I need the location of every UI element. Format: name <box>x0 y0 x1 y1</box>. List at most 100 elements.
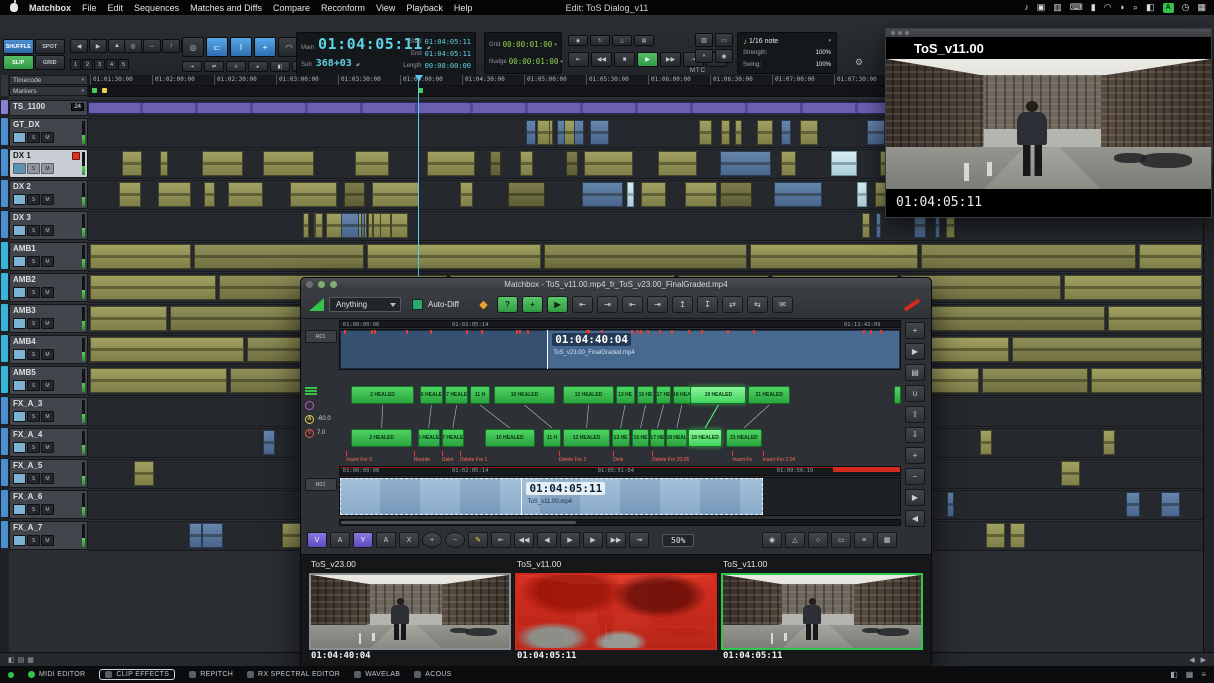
healed-block[interactable]: 19 HEALED <box>690 386 746 404</box>
audio-clip[interactable] <box>303 213 309 238</box>
audio-clip[interactable] <box>1064 275 1202 300</box>
audio-clip[interactable] <box>90 368 227 393</box>
mute-button[interactable]: M <box>41 504 54 515</box>
swing-value[interactable]: 100% <box>816 62 831 68</box>
step-back-button[interactable]: ◀ <box>905 510 925 527</box>
viewer-frame[interactable] <box>515 573 717 650</box>
healed-block[interactable]: 11 H <box>470 386 490 404</box>
menu-view[interactable]: View <box>376 3 395 13</box>
statusbar-item-rx-spectral-editor[interactable]: RX SPECTRAL EDITOR <box>247 671 340 678</box>
audio-clip[interactable] <box>290 182 338 207</box>
window-minimize-button[interactable] <box>318 281 325 288</box>
audio-clip[interactable] <box>263 151 313 176</box>
diff-marker[interactable] <box>414 451 415 456</box>
add-button[interactable]: + <box>905 322 925 339</box>
healed-block[interactable]: 12 HEALED <box>563 386 614 404</box>
fast-forward-button[interactable]: ▶▶ <box>606 532 626 548</box>
metronome-button[interactable]: △ <box>612 35 632 46</box>
audio-clip[interactable] <box>427 151 475 176</box>
statusbar-item-midi-editor[interactable]: MIDI EDITOR <box>28 671 85 678</box>
quantize-caret-icon[interactable]: ▾ <box>828 38 831 44</box>
search-icon[interactable]: ⌕ <box>1133 0 1138 15</box>
audio-clip[interactable] <box>367 244 541 269</box>
stop-button[interactable]: ■ <box>614 52 635 67</box>
menu-lines-icon[interactable] <box>305 387 317 395</box>
frames-button[interactable]: ▤ <box>905 364 925 381</box>
audio-clip[interactable] <box>774 182 822 207</box>
scroll-right-icon[interactable]: ▶ <box>1201 656 1206 664</box>
waveform-view-button[interactable] <box>13 225 26 236</box>
play-button[interactable]: ▶ <box>560 532 580 548</box>
heal-help-button[interactable]: ? <box>497 296 518 313</box>
window-minimize-button[interactable] <box>898 31 902 35</box>
length-value[interactable]: 00:00:00:00 <box>425 62 471 70</box>
waveform-view-button[interactable] <box>13 380 26 391</box>
track-header-fx-a-7[interactable]: FX_A_7SM <box>9 521 88 550</box>
solo-button[interactable]: S <box>27 132 40 143</box>
heal-all-button[interactable]: ▶ <box>547 296 568 313</box>
sub-counter-value[interactable]: 368+03 <box>316 58 352 69</box>
audio-clip[interactable] <box>361 213 365 238</box>
waveform-view-button[interactable] <box>13 194 26 205</box>
matchbox-titlebar[interactable]: Matchbox - ToS_v11.00.mp4_fr_ToS_v23.00_… <box>301 278 931 292</box>
solo-button[interactable]: S <box>27 225 40 236</box>
mode-shuffle[interactable]: SHUFFLE <box>3 39 34 54</box>
nav-right-button[interactable]: ▶ <box>89 39 107 53</box>
audio-clip[interactable] <box>1061 461 1080 486</box>
solo-button[interactable]: S <box>27 535 40 546</box>
audio-clip[interactable] <box>160 151 169 176</box>
menu-playback[interactable]: Playback <box>406 3 443 13</box>
audio-clip[interactable] <box>566 151 578 176</box>
audio-clip[interactable] <box>947 492 954 517</box>
menu-edit[interactable]: Edit <box>108 3 124 13</box>
push-down-button[interactable]: ↧ <box>697 296 718 313</box>
audio-clip[interactable] <box>122 151 141 176</box>
menu-sequences[interactable]: Sequences <box>134 3 179 13</box>
healed-block[interactable]: 15 HE <box>632 429 649 447</box>
audio-clip[interactable] <box>557 120 566 145</box>
healed-block[interactable]: 15 HE <box>637 386 654 404</box>
audio-clip[interactable] <box>189 523 202 548</box>
zoom-preset-2[interactable]: 2 <box>82 59 93 70</box>
healed-block[interactable]: 2 HEALED <box>351 429 412 447</box>
audio-clip[interactable] <box>986 523 1005 548</box>
mute-button[interactable]: M <box>41 225 54 236</box>
ruler-timecode[interactable]: Timecode▾ <box>9 75 88 85</box>
mute-button[interactable]: M <box>41 411 54 422</box>
zoom-tool[interactable]: ◎ <box>182 37 204 57</box>
x-layer-button[interactable]: X <box>399 532 419 548</box>
diff-marker[interactable] <box>442 451 443 456</box>
track-header-ts-1100[interactable]: TS_110024 <box>9 100 88 116</box>
mode-slip[interactable]: SLIP <box>3 55 34 70</box>
link-track-button[interactable]: ≡ <box>226 61 246 72</box>
volume-icon[interactable]: ◗ <box>1120 0 1125 15</box>
healed-block[interactable]: 21 HEALED <box>748 386 790 404</box>
matchbox-hscrollbar-thumb[interactable] <box>341 521 576 524</box>
menu-reconform[interactable]: Reconform <box>321 3 365 13</box>
mtc-indicator[interactable]: MTC <box>690 68 706 74</box>
loop-playback-button[interactable]: ↻ <box>590 35 610 46</box>
matchbox-bottom-ruler[interactable]: 01:00:00:0001:02:05:1401:05:51:0401:09:5… <box>339 466 901 476</box>
audio-clip[interactable] <box>1139 244 1202 269</box>
diff-marker[interactable] <box>732 451 733 456</box>
statusbar-item-clip-effects[interactable]: CLIP EFFECTS <box>99 669 175 680</box>
video-layer-button[interactable]: V <box>307 532 327 548</box>
track-header-amb3[interactable]: AMB3SM <box>9 304 88 333</box>
mail-button[interactable]: ✉ <box>772 296 793 313</box>
prev-diff-button[interactable]: ⇤ <box>622 296 643 313</box>
audio-clip[interactable] <box>315 213 324 238</box>
zoom-in-button[interactable]: + <box>422 532 442 548</box>
healed-block[interactable]: 10 HEALED <box>485 429 536 447</box>
audio-clip[interactable] <box>372 182 419 207</box>
audio-clip[interactable] <box>980 430 991 455</box>
diff-marker[interactable] <box>652 451 653 456</box>
track-header-fx-a-3[interactable]: FX_A_3SM <box>9 397 88 426</box>
audio-clip[interactable] <box>228 182 263 207</box>
track-header-fx-a-4[interactable]: FX_A_4SM <box>9 428 88 457</box>
healed-block[interactable]: 18 HEAL <box>666 429 687 447</box>
audio-clip[interactable] <box>119 182 141 207</box>
shift-down-button[interactable]: ⇩ <box>905 427 925 444</box>
grid-view-button[interactable]: ▦ <box>877 532 897 548</box>
statusbar-item-acous[interactable]: ACOUS <box>414 671 451 678</box>
healed-block[interactable]: 19 HEALED <box>688 429 722 447</box>
